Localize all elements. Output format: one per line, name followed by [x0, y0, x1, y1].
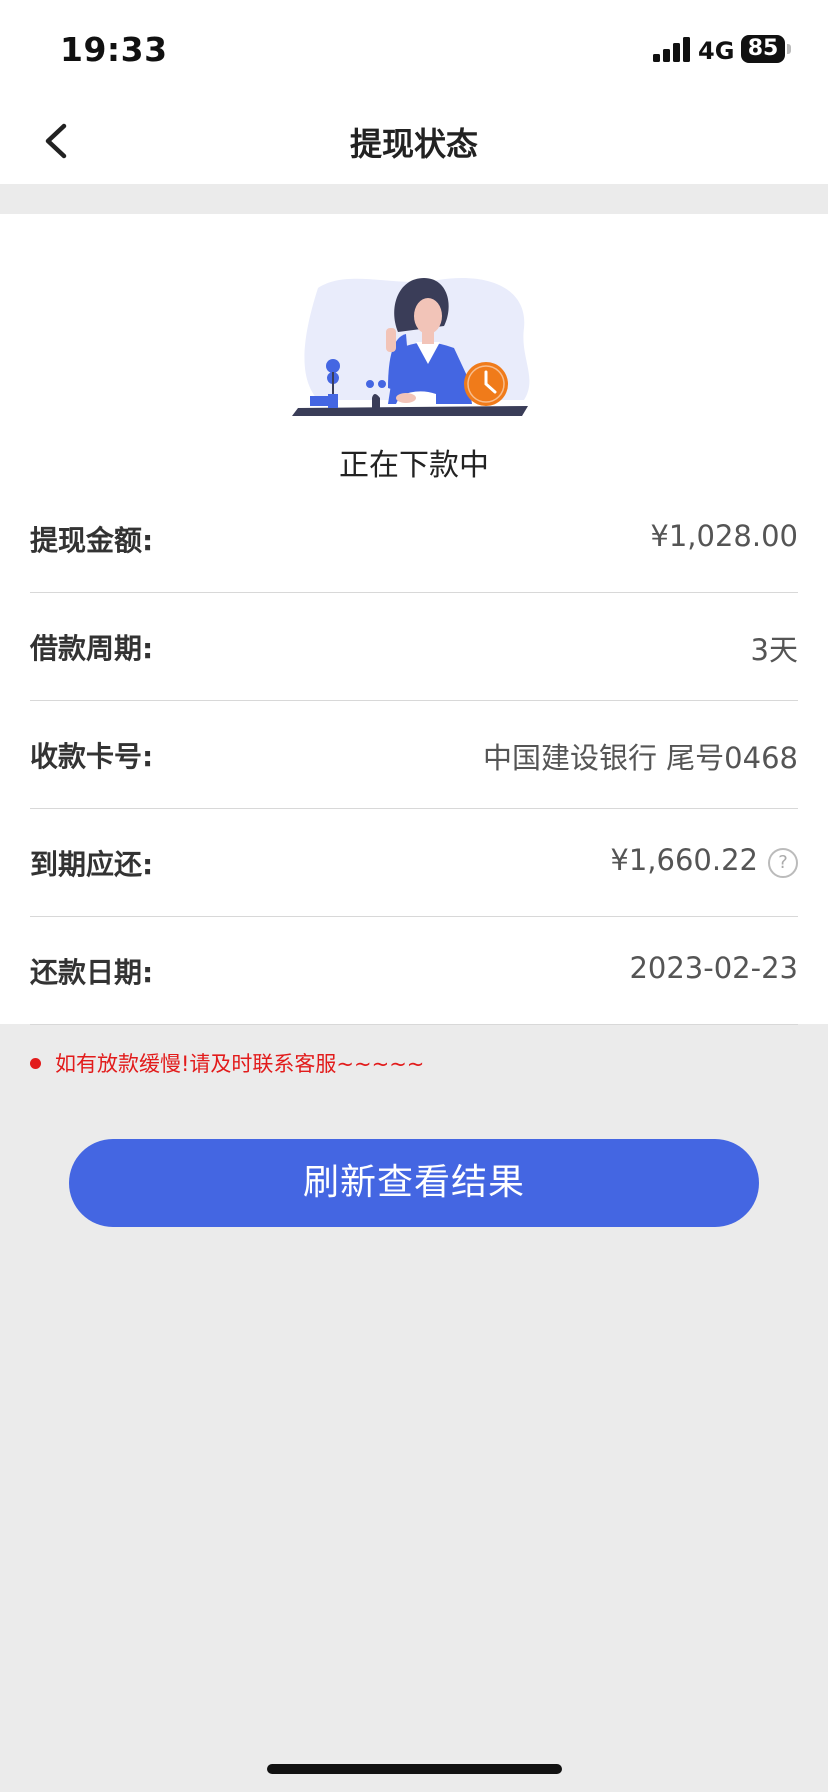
detail-value: 中国建设银行 尾号0468	[482, 741, 798, 775]
detail-value: ¥1,660.22	[610, 843, 758, 877]
detail-label: 收款卡号:	[30, 740, 154, 773]
status-text: 正在下款中	[339, 448, 489, 483]
battery-icon: 85	[741, 35, 785, 63]
refresh-button[interactable]: 刷新查看结果	[69, 1139, 759, 1227]
notice-dot-icon	[30, 1058, 41, 1069]
detail-label: 还款日期:	[30, 956, 154, 989]
detail-row-date: 还款日期: 2023-02-23	[30, 917, 798, 1025]
status-bar: 19:33 4G 85	[0, 0, 828, 100]
network-type: 4G	[698, 37, 735, 65]
delay-notice: 如有放款缓慢!请及时联系客服~~~~~	[30, 1048, 424, 1078]
notice-text: 如有放款缓慢!请及时联系客服~~~~~	[55, 1052, 425, 1076]
signal-icon	[653, 36, 691, 62]
detail-value-wrap: ¥1,660.22?	[610, 843, 798, 878]
battery-cap	[787, 44, 791, 54]
withdraw-status-card: 正在下款中 提现金额: ¥1,028.00 借款周期: 3天 收款卡号: 中国建…	[0, 214, 828, 1025]
detail-row-period: 借款周期: 3天	[30, 593, 798, 701]
detail-label: 到期应还:	[30, 848, 154, 881]
detail-label: 提现金额:	[30, 524, 154, 557]
status-time: 19:33	[60, 30, 168, 69]
detail-row-amount: 提现金额: ¥1,028.00	[30, 485, 798, 593]
detail-row-card: 收款卡号: 中国建设银行 尾号0468	[30, 701, 798, 809]
nav-bar: 提现状态	[0, 100, 828, 184]
detail-row-due: 到期应还: ¥1,660.22?	[30, 809, 798, 917]
page-title: 提现状态	[349, 125, 478, 163]
detail-label: 借款周期:	[30, 632, 154, 665]
detail-value: 3天	[750, 633, 798, 667]
help-icon[interactable]: ?	[768, 848, 798, 878]
detail-value: 2023-02-23	[629, 951, 798, 985]
woman-waiting-illustration	[292, 278, 530, 416]
detail-value: ¥1,028.00	[650, 519, 798, 553]
home-indicator	[267, 1764, 562, 1774]
